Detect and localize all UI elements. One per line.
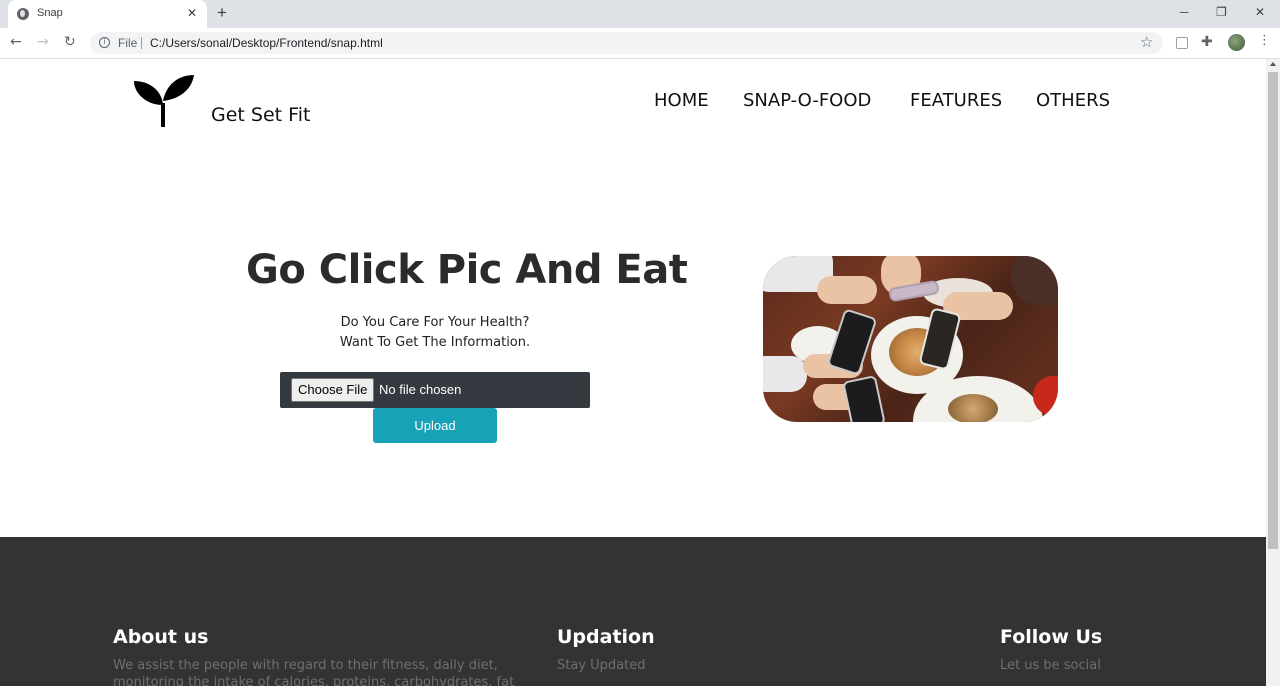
footer-about-heading: About us — [113, 626, 209, 648]
choose-file-button[interactable]: Choose File — [291, 378, 375, 402]
brand-name[interactable]: Get Set Fit — [211, 104, 310, 126]
tab-strip: Snap ✕ + ─ ❐ ✕ — [0, 0, 1280, 28]
address-divider — [141, 37, 142, 49]
page-scrollbar[interactable] — [1266, 59, 1280, 686]
footer: About us We assist the people with regar… — [0, 537, 1266, 686]
minimize-button[interactable]: ─ — [1180, 5, 1189, 19]
info-icon[interactable]: i — [99, 37, 110, 48]
file-status: No file chosen — [379, 382, 462, 397]
star-icon[interactable]: ☆ — [1140, 33, 1153, 51]
footer-follow-text: Let us be social — [1000, 658, 1101, 673]
menu-icon[interactable]: ⋮ — [1258, 34, 1271, 48]
address-bar[interactable]: i File C:/Users/sonal/Desktop/Frontend/s… — [90, 32, 1163, 54]
upload-button[interactable]: Upload — [373, 408, 497, 443]
close-window-button[interactable]: ✕ — [1255, 5, 1265, 19]
sprout-icon[interactable] — [132, 73, 196, 129]
reload-button[interactable]: ↻ — [64, 34, 76, 50]
extension-icon[interactable] — [1176, 37, 1188, 49]
new-tab-button[interactable]: + — [217, 4, 227, 22]
page-viewport: Get Set Fit HOME SNAP-O-FOOD FEATURES OT… — [0, 59, 1266, 686]
globe-icon — [17, 8, 29, 20]
maximize-button[interactable]: ❐ — [1216, 5, 1227, 19]
footer-follow-heading: Follow Us — [1000, 626, 1103, 648]
hero-food-photo — [763, 256, 1058, 422]
scroll-up-arrow-icon[interactable] — [1270, 62, 1276, 66]
browser-toolbar: ← → ↻ i File C:/Users/sonal/Desktop/Fron… — [0, 28, 1280, 59]
scroll-thumb[interactable] — [1268, 72, 1278, 549]
nav-features[interactable]: FEATURES — [910, 90, 1002, 111]
nav-home[interactable]: HOME — [654, 90, 709, 111]
footer-updation-heading: Updation — [557, 626, 655, 648]
file-input[interactable]: Choose File No file chosen — [280, 372, 590, 408]
puzzle-icon[interactable]: ✚ — [1201, 34, 1213, 50]
nav-others[interactable]: OTHERS — [1036, 90, 1110, 111]
hero-subtitle-line-1: Do You Care For Your Health? — [340, 315, 530, 330]
url-text[interactable]: C:/Users/sonal/Desktop/Frontend/snap.htm… — [150, 36, 383, 50]
tab-title: Snap — [37, 7, 63, 19]
avatar[interactable] — [1228, 34, 1245, 51]
footer-updation-text[interactable]: Stay Updated — [557, 657, 645, 674]
nav-snap-o-food[interactable]: SNAP-O-FOOD — [743, 90, 871, 111]
hero-title: Go Click Pic And Eat — [246, 247, 688, 293]
url-scheme: File — [118, 36, 138, 50]
forward-button[interactable]: → — [37, 34, 49, 50]
tab-close-button[interactable]: ✕ — [187, 6, 197, 20]
footer-about-text: We assist the people with regard to thei… — [113, 658, 515, 686]
browser-tab[interactable]: Snap ✕ — [8, 0, 207, 28]
back-button[interactable]: ← — [10, 34, 22, 50]
hero-subtitle-line-2: Want To Get The Information. — [339, 335, 531, 350]
